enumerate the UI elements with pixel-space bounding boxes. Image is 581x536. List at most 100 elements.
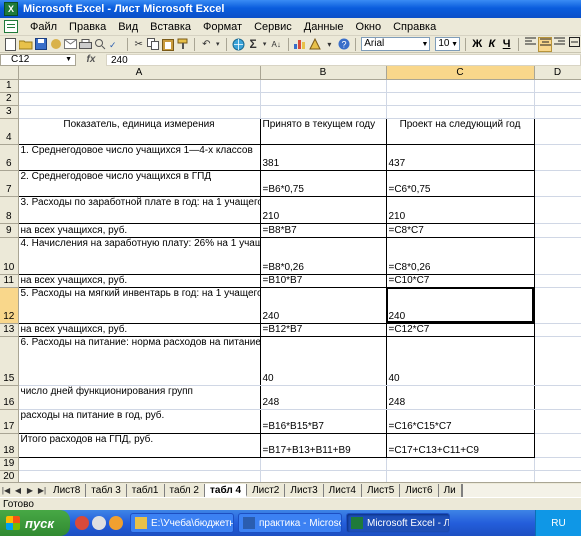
row-header[interactable]: 11 — [0, 274, 19, 288]
cell-b15[interactable]: 40 — [259, 335, 387, 386]
row-header[interactable]: 1 — [0, 79, 19, 93]
column-header-d[interactable]: D — [534, 66, 581, 80]
sheet-tab[interactable]: Лист4 — [323, 483, 362, 497]
cell-a11[interactable]: на всех учащихся, руб. — [17, 273, 261, 288]
cell-c12[interactable]: 240 — [385, 286, 535, 324]
column-header-b[interactable]: B — [260, 66, 387, 80]
cell-a10[interactable]: 4. Начисления на заработную плату: 26% н… — [17, 236, 261, 275]
row-header[interactable]: 10 — [0, 237, 19, 275]
mail-icon[interactable] — [64, 37, 78, 52]
prev-sheet-icon[interactable]: ◀ — [12, 486, 24, 495]
workbook-icon[interactable] — [4, 20, 18, 33]
next-sheet-icon[interactable]: ▶ — [24, 486, 36, 495]
italic-button[interactable]: К — [486, 37, 499, 52]
taskbar-item-excel[interactable]: Microsoft Excel - Лис... — [346, 513, 450, 533]
cell-a18[interactable]: Итого расходов на ГПД, руб. — [17, 432, 261, 458]
save-icon[interactable] — [35, 37, 48, 52]
undo-icon[interactable]: ↶ — [200, 37, 213, 52]
cell-a12[interactable]: 5. Расходы на мягкий инвентарь в год: на… — [17, 286, 261, 324]
menu-file[interactable]: Файл — [24, 21, 63, 33]
paste-icon[interactable] — [162, 37, 175, 52]
menu-format[interactable]: Формат — [197, 21, 248, 33]
menu-help[interactable]: Справка — [387, 21, 442, 33]
select-all-corner[interactable] — [0, 66, 19, 80]
autosum-dropdown-icon[interactable]: ▾ — [261, 37, 267, 52]
start-button[interactable]: пуск — [0, 510, 70, 536]
print-preview-icon[interactable] — [94, 37, 107, 52]
cell-b16[interactable]: 248 — [259, 385, 387, 410]
cell-c8[interactable]: 210 — [385, 195, 535, 224]
horizontal-scrollbar[interactable] — [461, 483, 581, 497]
cell-b17[interactable]: =B16*B15*B7 — [259, 409, 387, 434]
bold-button[interactable]: Ж — [471, 37, 484, 52]
new-file-icon[interactable] — [4, 37, 17, 52]
cell-c17[interactable]: =C16*C15*C7 — [385, 409, 535, 434]
menu-window[interactable]: Окно — [350, 21, 388, 33]
sheet-tab[interactable]: Лист5 — [361, 483, 401, 497]
sheet-tab[interactable]: Лист3 — [285, 483, 324, 497]
format-painter-icon[interactable] — [176, 37, 189, 52]
hyperlink-icon[interactable] — [232, 37, 245, 52]
cell-a4[interactable]: Показатель, единица измерения — [17, 117, 261, 145]
row-header[interactable]: 6 — [0, 144, 19, 171]
print-icon[interactable] — [79, 37, 93, 52]
row-header[interactable]: 3 — [0, 105, 19, 119]
row-header[interactable]: 13 — [0, 323, 19, 337]
name-box[interactable]: C12 ▼ — [0, 53, 76, 66]
row-header[interactable]: 12 — [0, 287, 19, 324]
copy-icon[interactable] — [147, 37, 160, 52]
cell-c18[interactable]: =C17+C13+C11+C9 — [385, 432, 535, 458]
cell-a6[interactable]: 1. Среднегодовое число учащихся 1—4-х кл… — [17, 143, 261, 171]
sort-icon[interactable]: А↓ — [270, 37, 283, 52]
spelling-icon[interactable]: ✓ — [109, 37, 122, 52]
cell-a8[interactable]: 3. Расходы по заработной плате в год: на… — [17, 195, 261, 224]
quick-launch-icon[interactable] — [109, 516, 123, 530]
row-header[interactable]: 7 — [0, 170, 19, 197]
cell-b11[interactable]: =B10*B7 — [259, 273, 387, 288]
open-folder-icon[interactable] — [18, 37, 33, 52]
cell-b4[interactable]: Принято в текущем году — [259, 117, 387, 145]
cell-c4[interactable]: Проект на следующий год — [385, 117, 535, 145]
cell-c10[interactable]: =C8*0,26 — [385, 236, 535, 275]
cell-b13[interactable]: =B12*B7 — [259, 322, 387, 337]
row-header[interactable]: 2 — [0, 92, 19, 106]
row-header[interactable]: 15 — [0, 336, 19, 386]
menu-data[interactable]: Данные — [298, 21, 350, 33]
menu-insert[interactable]: Вставка — [144, 21, 197, 33]
cell-a7[interactable]: 2. Среднегодовое число учащихся в ГПД — [17, 169, 261, 197]
cell-b6[interactable]: 381 — [259, 143, 387, 171]
cell-a17[interactable]: расходы на питание в год, руб. — [17, 409, 261, 434]
sheet-tab[interactable]: табл 2 — [164, 483, 205, 497]
sheet-tab-active[interactable]: табл 4 — [204, 483, 248, 497]
last-sheet-icon[interactable]: ▶| — [36, 486, 48, 495]
language-indicator[interactable]: RU — [551, 518, 565, 529]
cell-c7[interactable]: =C6*0,75 — [385, 169, 535, 197]
column-header-a[interactable]: A — [18, 66, 261, 80]
quick-launch-icon[interactable] — [92, 516, 106, 530]
row-header[interactable]: 19 — [0, 457, 19, 471]
cell-c13[interactable]: =C12*C7 — [385, 322, 535, 337]
sheet-tab[interactable]: табл1 — [126, 483, 165, 497]
menu-edit[interactable]: Правка — [63, 21, 112, 33]
cell-b12[interactable]: 240 — [259, 286, 387, 324]
row-header[interactable]: 18 — [0, 433, 19, 458]
cell-b7[interactable]: =B6*0,75 — [259, 169, 387, 197]
font-name-select[interactable]: Arial ▼ — [361, 37, 431, 51]
cell-b10[interactable]: =B8*0,26 — [259, 236, 387, 275]
cell-c16[interactable]: 248 — [385, 385, 535, 410]
align-center-icon[interactable] — [538, 36, 552, 52]
cell-c9[interactable]: =C8*C7 — [385, 222, 535, 238]
quick-launch-icon[interactable] — [75, 516, 89, 530]
cell-b18[interactable]: =B17+B13+B11+B9 — [259, 432, 387, 458]
cell-a9[interactable]: на всех учащихся, руб. — [17, 222, 261, 238]
undo-dropdown-icon[interactable]: ▾ — [215, 37, 221, 52]
row-header[interactable]: 9 — [0, 223, 19, 238]
sheet-tab[interactable]: Лист2 — [247, 483, 286, 497]
sheet-tab[interactable]: Ли — [438, 483, 462, 497]
row-header[interactable]: 4 — [0, 118, 19, 145]
sheet-tab[interactable]: Лист8 — [48, 483, 87, 497]
align-right-icon[interactable] — [554, 37, 567, 52]
row-header[interactable]: 17 — [0, 409, 19, 434]
underline-button[interactable]: Ч — [500, 37, 513, 52]
cell-a16[interactable]: число дней функционирования групп — [17, 385, 261, 410]
